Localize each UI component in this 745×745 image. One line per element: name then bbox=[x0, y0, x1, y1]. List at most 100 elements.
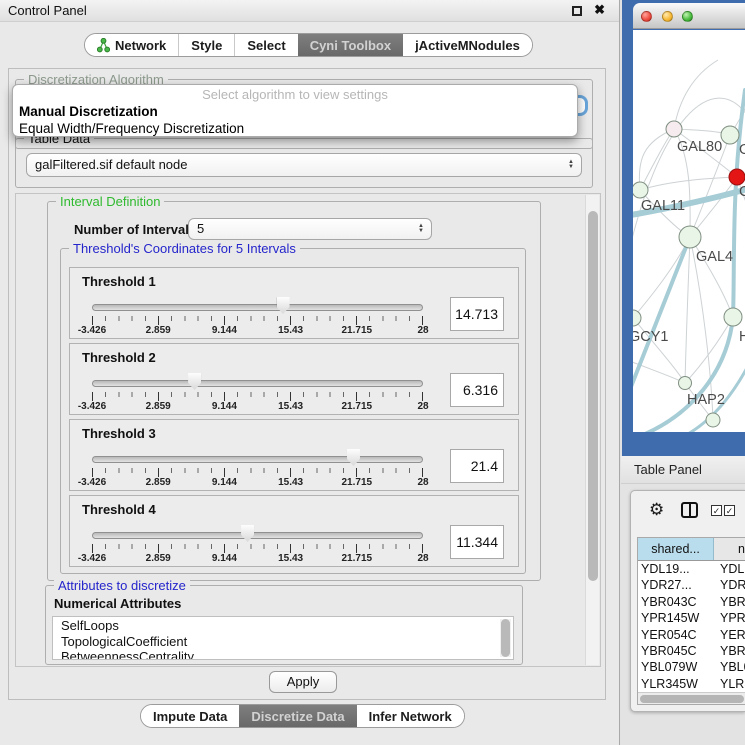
slider-thumb[interactable] bbox=[347, 449, 360, 466]
list-item[interactable]: TopologicalCoefficient bbox=[61, 634, 513, 650]
threshold-3-value-field[interactable]: 21.4 bbox=[450, 449, 504, 483]
interval-definition-group-title: Interval Definition bbox=[56, 194, 164, 209]
table-toolbar: ⚙ ✓ ✓ bbox=[631, 491, 745, 533]
cyni-toolbox-panel: Discretization Algorithm Table Data galF… bbox=[8, 68, 606, 700]
list-item[interactable]: SelfLoops bbox=[61, 618, 513, 634]
table-row[interactable]: YBL079WYBL0 bbox=[638, 659, 745, 675]
table-row[interactable]: YLR345WYLR3 bbox=[638, 676, 745, 692]
tab-infer-network[interactable]: Infer Network bbox=[357, 705, 464, 727]
slider-track[interactable] bbox=[92, 380, 423, 387]
checked-box-icon[interactable]: ✓ bbox=[724, 505, 735, 516]
threshold-2-value-field[interactable]: 6.316 bbox=[450, 373, 504, 407]
threshold-4-slider[interactable]: -3.426 2.859 9.144 15.43 21.715 28 bbox=[92, 496, 423, 568]
thresholds-group: Threshold's Coordinates for 5 Intervals … bbox=[60, 248, 526, 574]
interval-definition-group: Interval Definition Number of Intervals … bbox=[47, 201, 541, 581]
svg-text:GAL11: GAL11 bbox=[641, 198, 685, 214]
checked-box-icon[interactable]: ✓ bbox=[711, 505, 722, 516]
svg-text:GA: GA bbox=[739, 142, 745, 158]
table-row[interactable]: YBR043CYBR0 bbox=[638, 594, 745, 610]
table-row[interactable]: YDR27...YDR2 bbox=[638, 577, 745, 593]
table-header-row: shared... n bbox=[638, 538, 745, 561]
combo-spinner-icon: ▲▼ bbox=[418, 224, 424, 234]
settings-scroll-pane: Interval Definition Number of Intervals … bbox=[15, 193, 601, 667]
number-of-intervals-combobox[interactable]: 5 ▲▼ bbox=[188, 218, 432, 240]
slider-track[interactable] bbox=[92, 456, 423, 463]
slider-thumb[interactable] bbox=[241, 525, 254, 542]
table-panel-title: Table Panel bbox=[634, 462, 702, 477]
slider-ticks bbox=[92, 316, 423, 325]
network-view-window: GAL80GACGAL11GAL4GCY1HHAP2 bbox=[622, 0, 745, 456]
horizontal-scrollbar-thumb[interactable] bbox=[640, 695, 744, 703]
threshold-1-panel: Threshold 1 -3.426 2.859 9.144 15.43 bbox=[69, 267, 519, 339]
table-row[interactable]: YBR045CYBR0 bbox=[638, 643, 745, 659]
list-scrollbar[interactable] bbox=[500, 619, 511, 657]
table-row[interactable]: YDL19...YDL1 bbox=[638, 561, 745, 577]
slider-tick-labels: -3.426 2.859 9.144 15.43 21.715 28 bbox=[92, 477, 423, 489]
slider-track[interactable] bbox=[92, 532, 423, 539]
numerical-attributes-list[interactable]: SelfLoops TopologicalCoefficient Between… bbox=[52, 616, 514, 660]
slider-ticks bbox=[92, 392, 423, 401]
slider-thumb[interactable] bbox=[188, 373, 201, 390]
vertical-scrollbar-thumb[interactable] bbox=[588, 211, 598, 581]
network-canvas[interactable]: GAL80GACGAL11GAL4GCY1HHAP2 bbox=[633, 30, 745, 432]
close-icon[interactable]: ✖ bbox=[594, 2, 605, 18]
dropdown-placeholder-option: Select algorithm to view settings bbox=[13, 87, 577, 103]
vertical-scrollbar[interactable] bbox=[585, 195, 599, 665]
tab-cyni-toolbox[interactable]: Cyni Toolbox bbox=[298, 34, 403, 56]
slider-tick-labels: -3.426 2.859 9.144 15.43 21.715 28 bbox=[92, 401, 423, 413]
thresholds-group-title: Threshold's Coordinates for 5 Intervals bbox=[69, 241, 300, 256]
minimize-traffic-light[interactable] bbox=[662, 11, 673, 22]
split-columns-icon[interactable] bbox=[681, 502, 698, 518]
tab-impute-data[interactable]: Impute Data bbox=[141, 705, 239, 727]
svg-text:C: C bbox=[739, 184, 745, 200]
horizontal-scrollbar[interactable] bbox=[638, 692, 745, 704]
tab-network-label: Network bbox=[115, 38, 166, 53]
svg-text:HAP2: HAP2 bbox=[687, 392, 725, 408]
float-window-icon[interactable] bbox=[572, 6, 582, 16]
network-window-titlebar bbox=[633, 3, 745, 29]
node-table: shared... n YDL19...YDL1 YDR27...YDR2 YB… bbox=[637, 537, 745, 705]
threshold-2-slider[interactable]: -3.426 2.859 9.144 15.43 21.715 28 bbox=[92, 344, 423, 416]
network-icon bbox=[97, 38, 110, 53]
close-traffic-light[interactable] bbox=[641, 11, 652, 22]
threshold-4-panel: Threshold 4 -3.426 2.859 9.144 15.43 bbox=[69, 495, 519, 567]
slider-tick-labels: -3.426 2.859 9.144 15.43 21.715 28 bbox=[92, 553, 423, 565]
column-header-name[interactable]: n bbox=[714, 538, 745, 560]
table-panel-titlebar: Table Panel bbox=[621, 456, 745, 484]
dropdown-option-equal-width-frequency[interactable]: Equal Width/Frequency Discretization bbox=[13, 120, 577, 137]
network-svg: GAL80GACGAL11GAL4GCY1HHAP2 bbox=[633, 30, 745, 432]
table-data-combobox[interactable]: galFiltered.sif default node ▲▼ bbox=[26, 153, 582, 177]
bottom-tab-bar: Impute Data Discretize Data Infer Networ… bbox=[140, 704, 465, 728]
table-row[interactable]: YPR145WYPR1 bbox=[638, 610, 745, 626]
slider-ticks bbox=[92, 544, 423, 553]
zoom-traffic-light[interactable] bbox=[682, 11, 693, 22]
slider-ticks bbox=[92, 468, 423, 477]
svg-text:GAL80: GAL80 bbox=[677, 139, 722, 155]
tab-style[interactable]: Style bbox=[178, 34, 234, 56]
table-rows: YDL19...YDL1 YDR27...YDR2 YBR043CYBR0 YP… bbox=[638, 561, 745, 696]
table-row[interactable]: YER054CYER0 bbox=[638, 627, 745, 643]
slider-track[interactable] bbox=[92, 304, 423, 311]
svg-text:GCY1: GCY1 bbox=[633, 329, 669, 345]
slider-thumb[interactable] bbox=[277, 297, 290, 314]
threshold-4-value-field[interactable]: 11.344 bbox=[450, 525, 504, 559]
gear-icon[interactable]: ⚙ bbox=[649, 500, 664, 520]
threshold-3-slider[interactable]: -3.426 2.859 9.144 15.43 21.715 28 bbox=[92, 420, 423, 492]
list-item[interactable]: BetweennessCentrality bbox=[61, 649, 513, 660]
apply-button[interactable]: Apply bbox=[269, 671, 337, 693]
slider-tick-labels: -3.426 2.859 9.144 15.43 21.715 28 bbox=[92, 325, 423, 337]
tab-select[interactable]: Select bbox=[234, 34, 297, 56]
tab-discretize-data[interactable]: Discretize Data bbox=[239, 705, 356, 727]
list-scrollbar-thumb[interactable] bbox=[501, 619, 510, 657]
combo-spinner-icon: ▲▼ bbox=[568, 160, 574, 170]
threshold-2-panel: Threshold 2 -3.426 2.859 9.144 15.43 bbox=[69, 343, 519, 415]
top-tab-bar: Network Style Select Cyni Toolbox jActiv… bbox=[84, 33, 533, 57]
tab-network[interactable]: Network bbox=[85, 34, 178, 56]
threshold-1-slider[interactable]: -3.426 2.859 9.144 15.43 21.715 28 bbox=[92, 268, 423, 340]
column-header-shared-name[interactable]: shared... bbox=[638, 538, 714, 560]
tab-jactivemnodules[interactable]: jActiveMNodules bbox=[403, 34, 532, 56]
svg-text:H: H bbox=[739, 329, 745, 345]
threshold-1-value-field[interactable]: 14.713 bbox=[450, 297, 504, 331]
screen: Control Panel ✖ Network Style Select Cyn… bbox=[0, 0, 745, 745]
dropdown-option-manual-discretization[interactable]: Manual Discretization bbox=[13, 103, 577, 120]
